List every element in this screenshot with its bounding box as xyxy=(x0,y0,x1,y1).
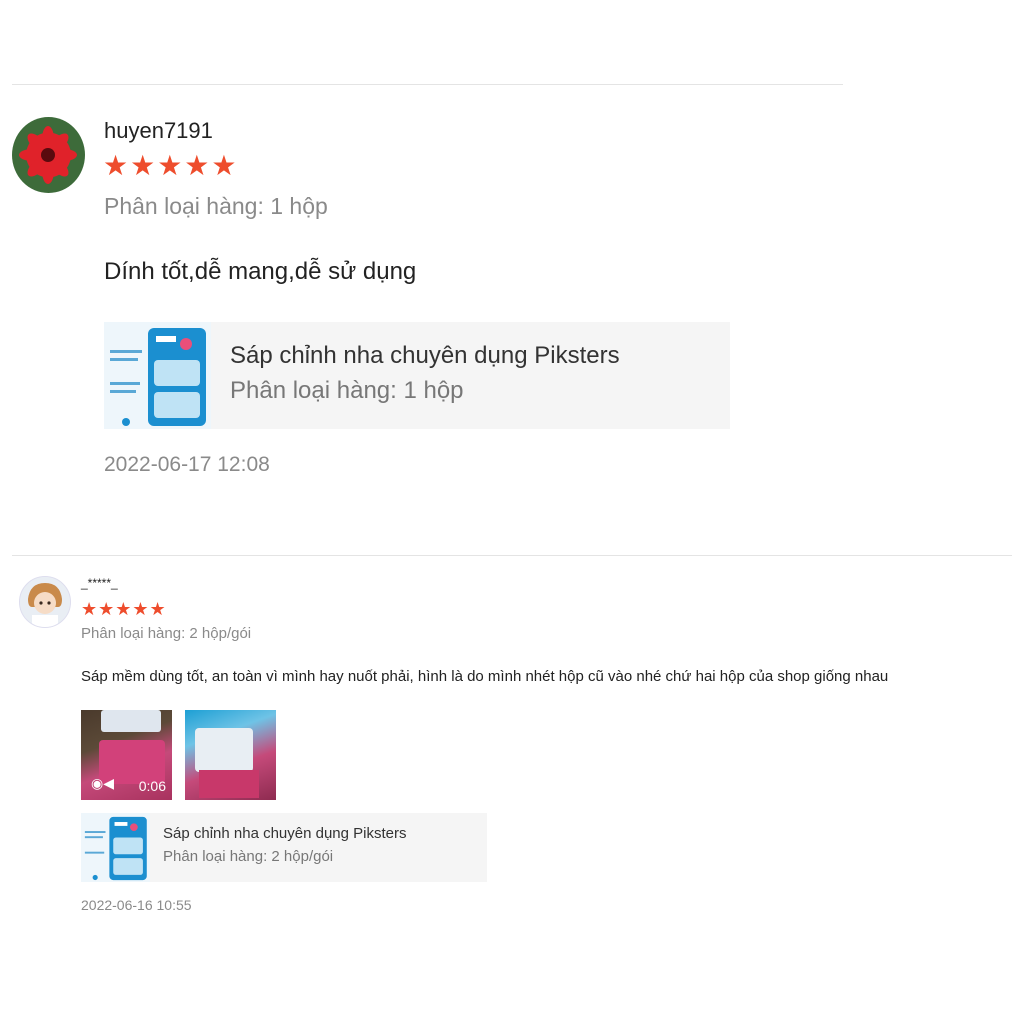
review-timestamp: 2022-06-17 12:08 xyxy=(104,453,270,476)
product-card[interactable]: Sáp chỉnh nha chuyên dụng Piksters Phân … xyxy=(104,322,730,429)
star-rating: ★★★★★ xyxy=(103,150,239,181)
review-comment: Dính tốt,dễ mang,dễ sử dụng xyxy=(104,258,417,285)
product-name[interactable]: Sáp chỉnh nha chuyên dụng Piksters xyxy=(230,342,620,370)
reviewer-username: _*****_ xyxy=(81,576,118,590)
reviewer-username: huyen7191 xyxy=(104,118,213,143)
product-variant: Phân loại hàng: 2 hộp/gói xyxy=(163,848,334,865)
variant-label: Phân loại hàng: 1 hộp xyxy=(104,193,328,219)
product-variant: Phân loại hàng: 1 hộp xyxy=(230,377,464,404)
product-thumbnail xyxy=(81,813,150,882)
review-comment: Sáp mềm dùng tốt, an toàn vì mình hay nu… xyxy=(81,668,889,685)
review-photo-thumbnail[interactable] xyxy=(185,710,276,800)
avatar[interactable] xyxy=(12,117,85,193)
top-divider xyxy=(12,84,843,85)
video-camera-icon: ◉◀ xyxy=(91,775,114,791)
product-card[interactable]: Sáp chỉnh nha chuyên dụng Piksters Phân … xyxy=(81,813,487,882)
review-divider xyxy=(12,555,1012,556)
review-video-thumbnail[interactable]: ◉◀ 0:06 xyxy=(81,710,172,800)
avatar[interactable] xyxy=(19,576,71,628)
product-thumbnail xyxy=(104,322,211,429)
review-timestamp: 2022-06-16 10:55 xyxy=(81,897,192,913)
product-name[interactable]: Sáp chỉnh nha chuyên dụng Piksters xyxy=(163,825,407,842)
variant-label: Phân loại hàng: 2 hộp/gói xyxy=(81,625,252,642)
star-rating: ★★★★★ xyxy=(81,599,167,619)
video-duration: 0:06 xyxy=(138,778,166,794)
